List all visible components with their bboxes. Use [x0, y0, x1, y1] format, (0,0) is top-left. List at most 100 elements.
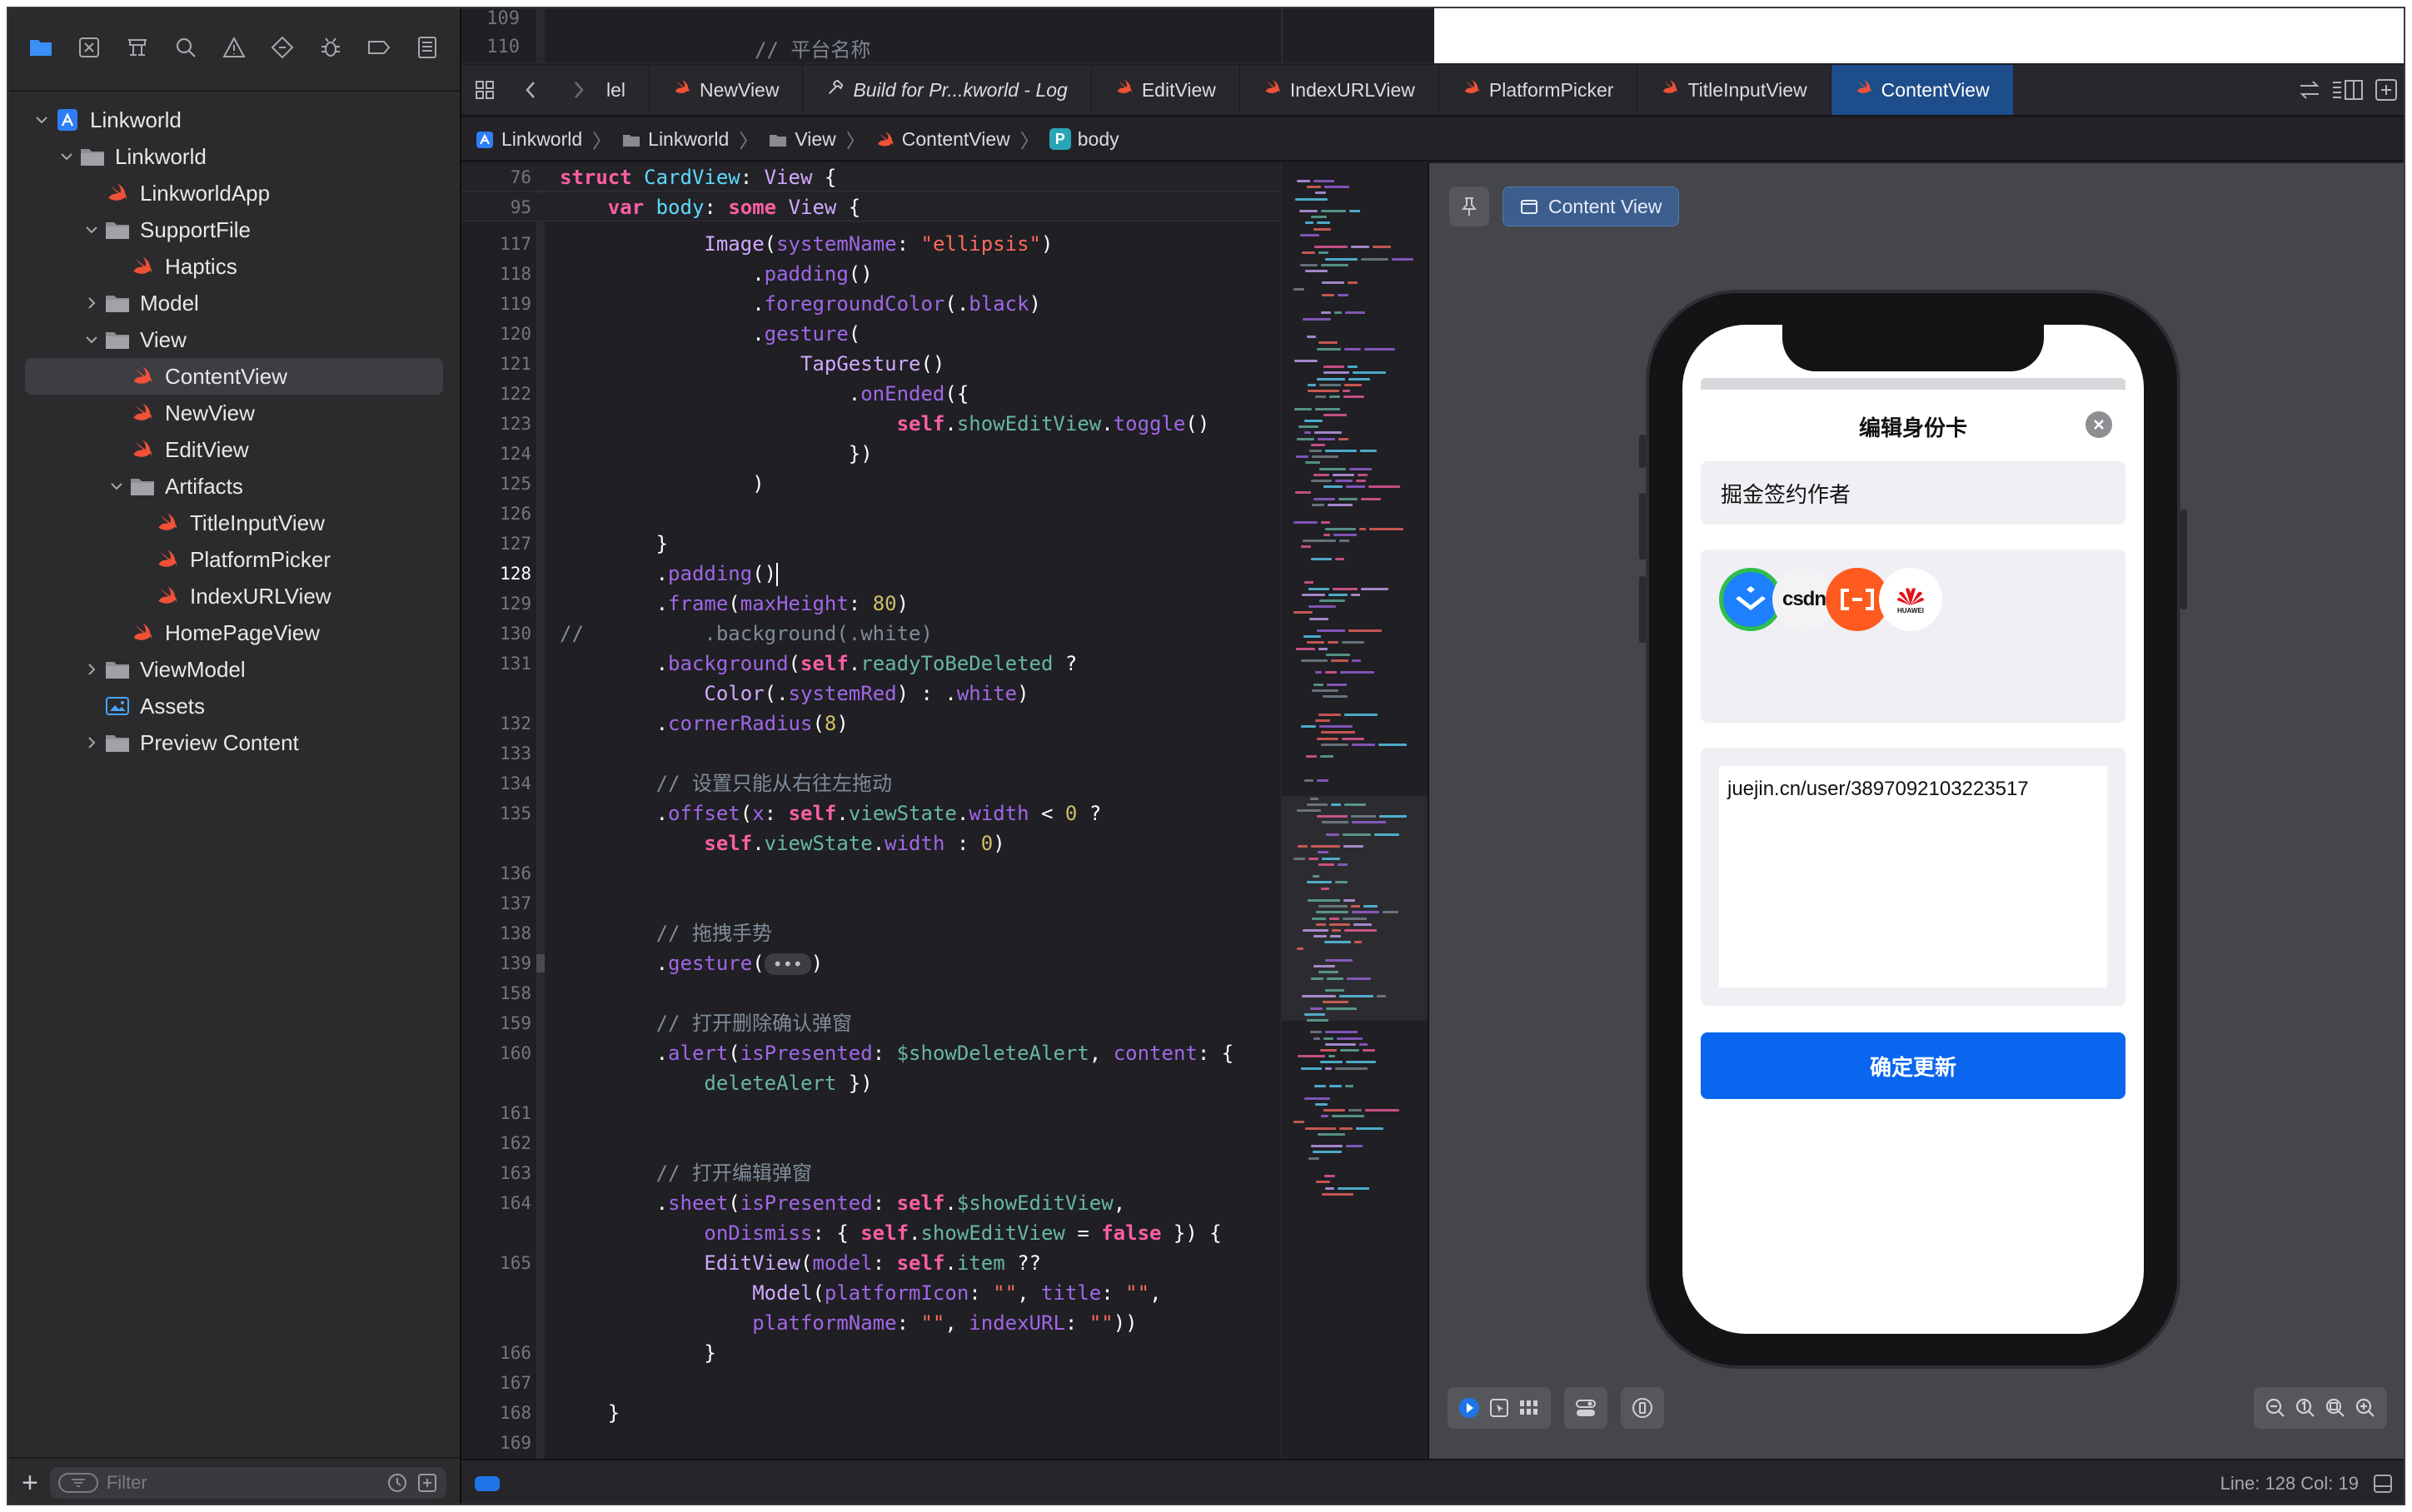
jumpbar-item[interactable]: Linkworld	[648, 128, 729, 151]
chevron-right-icon[interactable]	[80, 731, 103, 754]
code-line[interactable]: 134 // 设置只能从右往左拖动	[461, 769, 1281, 798]
url-text-editor[interactable]: juejin.cn/user/3897092103223517	[1719, 766, 2107, 987]
code-line[interactable]: 162	[461, 1129, 1281, 1157]
code-line[interactable]: 158	[461, 979, 1281, 1007]
zoom-actual-icon[interactable]	[2294, 1396, 2317, 1420]
zoom-out-icon[interactable]	[2264, 1396, 2287, 1420]
code-line[interactable]: 160 .alert(isPresented: $showDeleteAlert…	[461, 1039, 1281, 1067]
chevron-right-icon[interactable]	[80, 658, 103, 681]
code-line[interactable]: platformName: "", indexURL: ""))	[461, 1309, 1281, 1337]
code-line[interactable]: 164 .sheet(isPresented: self.$showEditVi…	[461, 1189, 1281, 1217]
source-control-navigator-button[interactable]	[65, 24, 113, 74]
code-line[interactable]: 123 self.showEditView.toggle()	[461, 410, 1281, 438]
code-line[interactable]: 137	[461, 889, 1281, 918]
code-line[interactable]: 129 .frame(maxHeight: 80)	[461, 589, 1281, 618]
code-line[interactable]: 131 .background(self.readyToBeDeleted ?	[461, 649, 1281, 678]
debug-area-toggle[interactable]	[475, 1476, 500, 1491]
code-line[interactable]: 126	[461, 500, 1281, 528]
tab[interactable]: ContentView	[1830, 65, 2013, 115]
close-button[interactable]	[2086, 411, 2112, 438]
chevron-right-icon[interactable]	[80, 291, 103, 315]
zoom-in-icon[interactable]	[2354, 1396, 2377, 1420]
tree-item[interactable]: Assets	[8, 688, 460, 724]
preview-device-button[interactable]	[1621, 1387, 1664, 1429]
minimap[interactable]	[1281, 163, 1428, 1459]
tree-item[interactable]: SupportFile	[8, 211, 460, 248]
tab[interactable]: Build for Pr...kworld - Log	[802, 65, 1090, 115]
code-line[interactable]: 128 .padding()	[461, 560, 1281, 588]
code-line[interactable]: 117 Image(systemName: "ellipsis")	[461, 230, 1281, 258]
tree-item[interactable]: TitleInputView	[8, 505, 460, 541]
code-line[interactable]: 168 }	[461, 1399, 1281, 1427]
minimap-viewport[interactable]	[1282, 796, 1428, 1021]
live-preview-icon[interactable]	[1458, 1396, 1481, 1420]
swap-icon[interactable]	[2297, 77, 2322, 102]
code-line[interactable]: Color(.systemRed) : .white)	[461, 679, 1281, 708]
huawei-icon[interactable]: HUAWEI	[1879, 568, 1942, 631]
code-line[interactable]: deleteAlert })	[461, 1069, 1281, 1097]
code-line[interactable]: 125 )	[461, 470, 1281, 498]
debug-navigator-button[interactable]	[306, 24, 355, 74]
toggle-panel-icon[interactable]	[2372, 1473, 2394, 1495]
chevron-down-icon[interactable]	[80, 328, 103, 351]
code-line[interactable]: 120 .gesture(	[461, 320, 1281, 348]
tree-item[interactable]: ContentView	[8, 358, 460, 395]
tree-item[interactable]: HomePageView	[8, 614, 460, 651]
recent-files-icon[interactable]	[386, 1472, 408, 1494]
folder-navigator-button[interactable]	[17, 24, 65, 74]
source-control-filter-icon[interactable]	[416, 1472, 438, 1494]
tree-item[interactable]: View	[8, 321, 460, 358]
title-input[interactable]: 掘金签约作者	[1701, 461, 2125, 525]
tree-item[interactable]: Haptics	[8, 248, 460, 285]
code-line[interactable]: 118 .padding()	[461, 260, 1281, 288]
filter-field[interactable]: Filter	[49, 1467, 446, 1499]
tree-item[interactable]: Model	[8, 285, 460, 321]
jumpbar-item[interactable]: View	[795, 128, 835, 151]
code-line[interactable]: 121 TapGesture()	[461, 350, 1281, 378]
code-line[interactable]: 166 }	[461, 1339, 1281, 1367]
tab[interactable]: NewView	[649, 65, 802, 115]
content-view-chip[interactable]: Content View	[1503, 187, 1680, 226]
code-line[interactable]: 130 // .background(.white)	[461, 619, 1281, 648]
code-line[interactable]: 159 // 打开删除确认弹窗	[461, 1009, 1281, 1037]
code-line[interactable]: Model(platformIcon: "", title: "",	[461, 1279, 1281, 1307]
code-line[interactable]: 163 // 打开编辑弹窗	[461, 1159, 1281, 1187]
source-editor[interactable]: 76 struct CardView: View {95 var body: so…	[461, 163, 1281, 1459]
code-line[interactable]: 122 .onEnded({	[461, 380, 1281, 408]
tree-item[interactable]: Linkworld	[8, 102, 460, 138]
code-line[interactable]: 139 .gesture(•••)	[461, 949, 1281, 977]
report-navigator-button[interactable]	[403, 24, 451, 74]
jumpbar-item[interactable]: body	[1078, 128, 1119, 151]
code-line[interactable]: 161	[461, 1099, 1281, 1127]
chevron-down-icon[interactable]	[55, 145, 78, 168]
test-navigator-button[interactable]	[258, 24, 306, 74]
jumpbar-item[interactable]: ContentView	[902, 128, 1010, 151]
breakpoint-navigator-button[interactable]	[355, 24, 403, 74]
adjust-editor-icon[interactable]	[2330, 77, 2365, 102]
tab[interactable]: IndexURLView	[1238, 65, 1438, 115]
code-line[interactable]: 169	[461, 1429, 1281, 1457]
search-navigator-button[interactable]	[162, 24, 210, 74]
variants-icon[interactable]	[1517, 1396, 1541, 1420]
tab[interactable]: TitleInputView	[1637, 65, 1830, 115]
tree-item[interactable]: NewView	[8, 395, 460, 431]
code-line[interactable]: 127 }	[461, 530, 1281, 558]
tree-item[interactable]: IndexURLView	[8, 578, 460, 614]
pin-preview-button[interactable]	[1449, 187, 1489, 226]
code-line[interactable]: 135 .offset(x: self.viewState.width < 0 …	[461, 799, 1281, 828]
code-line[interactable]: 133	[461, 739, 1281, 768]
forward-button[interactable]	[555, 65, 601, 115]
fold-ribbon-icon[interactable]	[536, 954, 545, 972]
code-line[interactable]: 167	[461, 1369, 1281, 1397]
chevron-down-icon[interactable]	[80, 218, 103, 241]
back-button[interactable]	[508, 65, 555, 115]
code-line[interactable]: 165 EditView(model: self.item ??	[461, 1249, 1281, 1277]
tree-item[interactable]: Linkworld	[8, 138, 460, 175]
tree-item[interactable]: Artifacts	[8, 468, 460, 505]
chevron-down-icon[interactable]	[105, 475, 128, 498]
tab[interactable]: lel	[601, 65, 649, 115]
editor-options-button[interactable]	[461, 65, 508, 115]
tree-item[interactable]: EditView	[8, 431, 460, 468]
selectable-mode-icon[interactable]	[1488, 1396, 1511, 1420]
add-editor-icon[interactable]	[2374, 77, 2399, 102]
